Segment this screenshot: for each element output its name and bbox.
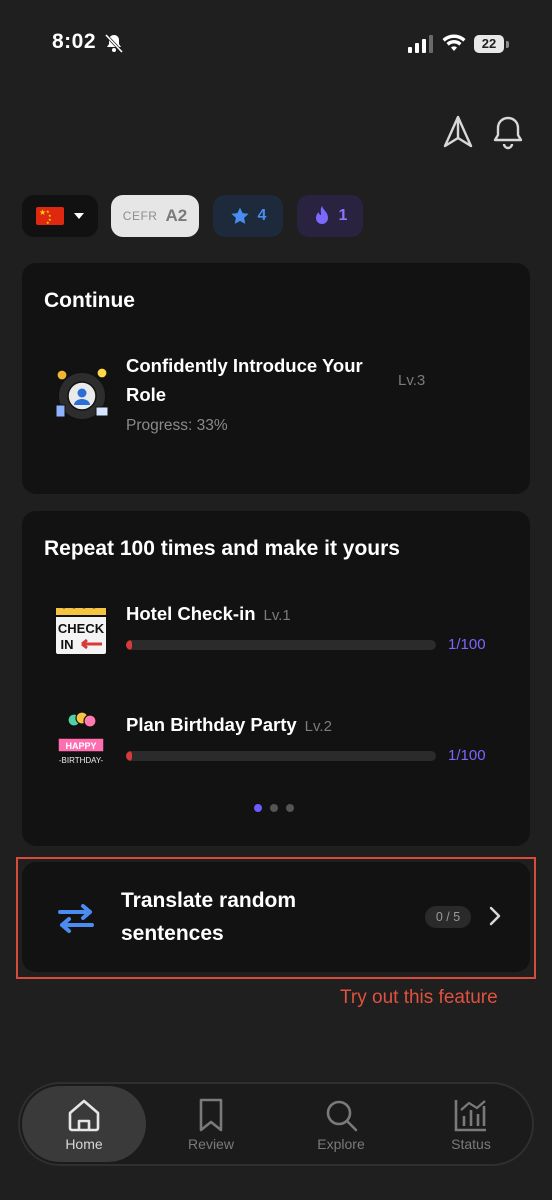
cefr-level-chip[interactable]: CEFR A2 xyxy=(111,195,199,237)
caret-down-icon xyxy=(74,213,84,219)
carousel-page-dots[interactable] xyxy=(254,804,294,812)
svg-text:HAPPY: HAPPY xyxy=(65,741,96,751)
tab-status[interactable]: Status xyxy=(410,1084,532,1164)
repeat-item-level: Lv.1 xyxy=(263,607,291,624)
carousel-dot[interactable] xyxy=(254,804,262,812)
check-in-sign-icon: CHECK IN xyxy=(54,603,108,656)
search-icon xyxy=(326,1100,358,1132)
stars-chip[interactable]: 4 xyxy=(213,195,283,237)
notification-bell-icon[interactable] xyxy=(490,114,526,150)
tab-label: Review xyxy=(188,1136,234,1152)
repeat-item-count: 1/100 xyxy=(448,636,486,653)
tab-label: Status xyxy=(451,1136,491,1152)
repeat-progress-fill xyxy=(126,751,133,761)
battery-level: 22 xyxy=(474,35,504,53)
status-time: 8:02 xyxy=(52,30,97,53)
tab-home[interactable]: Home xyxy=(22,1086,146,1162)
continue-title: Continue xyxy=(44,289,135,312)
feature-highlight-outline xyxy=(16,857,536,979)
tab-label: Explore xyxy=(317,1136,365,1152)
birthday-banner-icon: HAPPY -BIRTHDAY- xyxy=(57,712,105,765)
battery-indicator: 22 xyxy=(474,35,510,53)
wifi-icon xyxy=(442,34,466,51)
continue-lesson-level: Lv.3 xyxy=(398,372,426,389)
repeat-item-title: Hotel Check-in Lv.1 xyxy=(126,603,291,625)
tab-explore[interactable]: Explore xyxy=(280,1084,402,1164)
carousel-dot[interactable] xyxy=(270,804,278,812)
repeat-progress-fill xyxy=(126,640,133,650)
repeat-item-hotel-check-in[interactable]: CHECK IN Hotel Check-in Lv.1 1/100 xyxy=(22,601,530,665)
svg-text:IN: IN xyxy=(61,637,74,652)
tab-label: Home xyxy=(65,1136,103,1152)
star-icon xyxy=(230,207,249,224)
home-icon xyxy=(68,1099,100,1132)
cefr-label: CEFR xyxy=(122,209,158,223)
bottom-tab-bar: Home Review Explore Status xyxy=(18,1082,534,1166)
repeat-title: Repeat 100 times and make it yours xyxy=(44,537,400,560)
repeat-card: Repeat 100 times and make it yours CHECK… xyxy=(22,511,530,846)
cefr-level: A2 xyxy=(165,206,188,225)
navigation-arrow-icon[interactable] xyxy=(440,114,476,150)
china-flag-icon: ★ ★ ★ ★ ★ xyxy=(36,207,64,225)
continue-lesson-progress: Progress: 33% xyxy=(126,417,228,434)
streak-count: 1 xyxy=(338,207,348,224)
continue-lesson-title[interactable]: Confidently Introduce Your Role xyxy=(126,351,386,409)
svg-text:CHECK: CHECK xyxy=(58,621,105,636)
repeat-item-count: 1/100 xyxy=(448,747,486,764)
introduce-role-lesson-icon xyxy=(55,367,109,421)
repeat-item-title: Plan Birthday Party Lv.2 xyxy=(126,714,332,736)
carousel-dot[interactable] xyxy=(286,804,294,812)
repeat-item-level: Lv.2 xyxy=(304,718,332,735)
tab-review[interactable]: Review xyxy=(150,1084,272,1164)
stars-count: 4 xyxy=(257,207,267,224)
bookmark-icon xyxy=(199,1098,223,1132)
repeat-item-plan-birthday-party[interactable]: HAPPY -BIRTHDAY- Plan Birthday Party Lv.2… xyxy=(22,712,530,776)
repeat-item-name: Plan Birthday Party xyxy=(126,714,297,735)
feature-hint-text: Try out this feature xyxy=(340,987,498,1008)
battery-nub xyxy=(506,41,509,48)
chart-icon xyxy=(454,1100,486,1132)
cellular-signal-icon xyxy=(408,35,433,53)
language-selector[interactable]: ★ ★ ★ ★ ★ xyxy=(22,195,98,237)
repeat-item-name: Hotel Check-in xyxy=(126,603,256,624)
streak-chip[interactable]: 1 xyxy=(297,195,363,237)
flame-icon xyxy=(315,206,328,224)
continue-card[interactable]: Continue Confidently Introduce Your Role… xyxy=(22,263,530,494)
repeat-progress-bar xyxy=(126,640,436,650)
svg-text:-BIRTHDAY-: -BIRTHDAY- xyxy=(59,756,104,765)
repeat-progress-bar xyxy=(126,751,436,761)
bell-off-icon xyxy=(104,33,124,53)
